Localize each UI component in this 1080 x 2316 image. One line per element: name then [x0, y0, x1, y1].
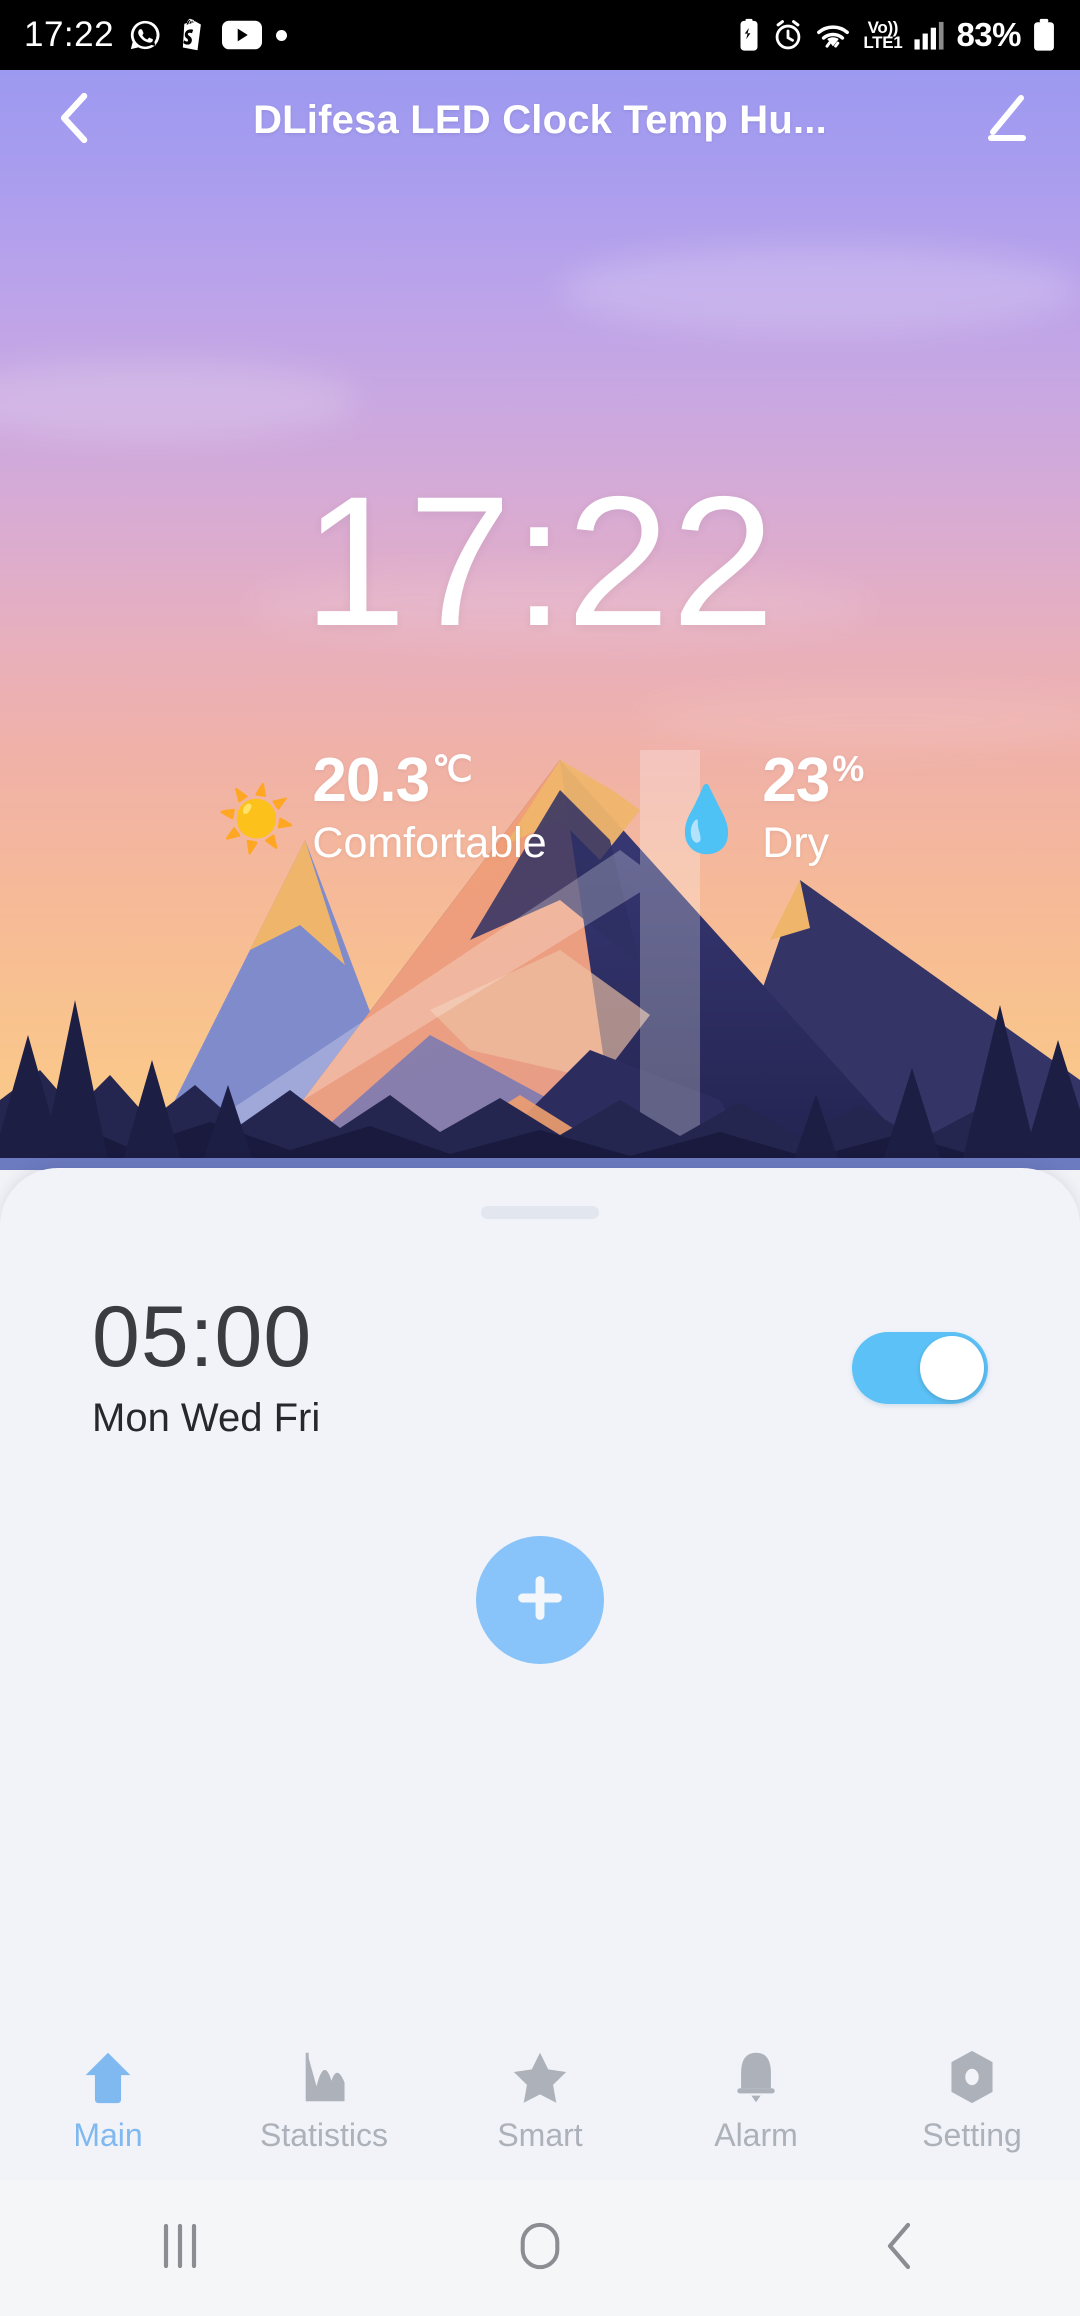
sun-icon: ☀️	[216, 783, 297, 856]
tab-smart-label: Smart	[497, 2116, 583, 2153]
bell-icon	[730, 2047, 782, 2105]
humidity-reading: 💧 23 % Dry	[666, 746, 865, 868]
back-button-nav[interactable]	[720, 2219, 1080, 2278]
battery-icon	[1032, 18, 1056, 52]
temperature-unit: ℃	[432, 748, 472, 789]
alarm-days: Mon Wed Fri	[92, 1396, 321, 1440]
tab-main-label: Main	[73, 2116, 143, 2153]
chart-icon	[297, 2047, 351, 2105]
gear-icon	[945, 2047, 999, 2105]
whatsapp-icon	[128, 18, 162, 52]
temperature-value-group: 20.3 ℃	[312, 748, 546, 813]
alarm-list-item[interactable]: 05:00 Mon Wed Fri	[0, 1294, 1080, 1441]
bottom-sheet: 05:00 Mon Wed Fri Main Statistics Smart …	[0, 1168, 1080, 2316]
tab-smart[interactable]: Smart	[432, 2047, 648, 2154]
status-bar-right: Vo)) LTE1 83%	[736, 16, 1056, 54]
recents-button[interactable]	[0, 2220, 360, 2277]
status-bar: 17:22 Vo)) LTE1 83%	[0, 0, 1080, 70]
plus-icon	[509, 1567, 571, 1634]
temperature-value: 20.3	[312, 746, 430, 815]
alarm-info: 05:00 Mon Wed Fri	[92, 1294, 852, 1441]
humidity-value: 23	[762, 746, 830, 815]
humidity-unit: %	[832, 748, 864, 789]
tab-main[interactable]: Main	[0, 2047, 216, 2154]
pencil-icon	[979, 92, 1031, 149]
water-drop-icon: 💧	[666, 783, 747, 856]
temperature-reading: ☀️ 20.3 ℃ Comfortable	[217, 748, 547, 868]
alarm-icon	[773, 19, 803, 51]
android-navigation-bar	[0, 2180, 1080, 2316]
humidity-value-group: 23 %	[762, 746, 864, 815]
tab-setting[interactable]: Setting	[864, 2047, 1080, 2154]
battery-saver-icon	[736, 18, 762, 52]
star-icon	[512, 2047, 568, 2105]
toggle-knob	[920, 1335, 984, 1400]
volte-icon: Vo)) LTE1	[863, 17, 903, 52]
back-button[interactable]	[40, 85, 110, 155]
chevron-left-icon	[53, 88, 97, 153]
status-bar-clock: 17:22	[24, 15, 115, 54]
alarm-time: 05:00	[92, 1289, 313, 1385]
home-icon	[81, 2047, 135, 2105]
shopify-icon	[176, 18, 208, 52]
status-bar-left: 17:22	[24, 15, 288, 55]
tab-statistics[interactable]: Statistics	[216, 2047, 432, 2154]
phone-screen: 17:22 Vo)) LTE1 83% 17:22 ☀️ 20.3 ℃ Comf…	[0, 0, 1080, 2316]
drag-handle[interactable]	[481, 1206, 599, 1219]
hero-panel: 17:22 ☀️ 20.3 ℃ Comfortable 💧 23 % Dry	[0, 70, 1080, 1170]
bottom-tab-bar: Main Statistics Smart Alarm Setting	[0, 2020, 1080, 2180]
sensor-readings: ☀️ 20.3 ℃ Comfortable 💧 23 % Dry	[0, 748, 1080, 868]
tab-alarm[interactable]: Alarm	[648, 2047, 864, 2154]
wifi-icon	[814, 20, 852, 50]
home-square-icon	[515, 2220, 565, 2277]
battery-percent: 83%	[956, 16, 1021, 53]
tab-statistics-label: Statistics	[259, 2116, 389, 2153]
temperature-label: Comfortable	[312, 819, 547, 868]
add-alarm-button[interactable]	[476, 1536, 604, 1664]
alarm-toggle[interactable]	[852, 1331, 988, 1404]
big-clock: 17:22	[303, 459, 777, 665]
humidity-label: Dry	[762, 819, 830, 868]
page-title: DLifesa LED Clock Temp Hu...	[253, 97, 827, 142]
recents-icon	[158, 2220, 202, 2277]
signal-icon	[913, 19, 945, 51]
app-bar: DLifesa LED Clock Temp Hu...	[0, 70, 1080, 170]
edit-button[interactable]	[970, 85, 1040, 155]
back-chevron-icon	[880, 2219, 920, 2278]
home-button[interactable]	[360, 2220, 720, 2277]
tab-alarm-label: Alarm	[714, 2116, 798, 2153]
tab-setting-label: Setting	[922, 2116, 1022, 2153]
more-dot-icon	[276, 29, 288, 41]
youtube-icon	[222, 20, 263, 50]
